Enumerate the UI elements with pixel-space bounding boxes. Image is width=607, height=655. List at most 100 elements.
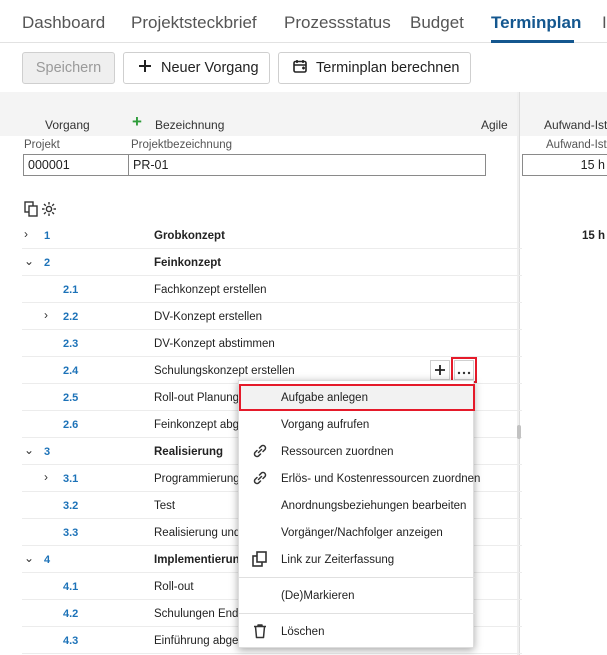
row-number[interactable]: 2 <box>44 257 50 269</box>
menu-item-delete[interactable]: Löschen <box>239 618 475 645</box>
menu-item-show-predecessors[interactable]: Vorgänger/Nachfolger anzeigen <box>239 519 475 546</box>
table-row[interactable]: 2.3 DV-Konzept abstimmen <box>22 330 522 357</box>
tab-dashboard[interactable]: Dashboard <box>22 13 105 33</box>
row-number[interactable]: 3.3 <box>63 527 78 539</box>
column-resize-handle[interactable] <box>517 425 521 439</box>
row-number[interactable]: 2.1 <box>63 284 78 296</box>
copy-icon[interactable] <box>24 201 39 219</box>
calculate-schedule-button[interactable]: Terminplan berechnen <box>278 52 471 84</box>
row-name: DV-Konzept erstellen <box>154 311 263 323</box>
grid-tools <box>24 201 57 219</box>
chevron-right-icon[interactable]: › <box>44 470 48 484</box>
calculate-schedule-button-label: Terminplan berechnen <box>316 60 460 76</box>
row-name: Fachkonzept erstellen <box>154 284 267 296</box>
menu-item-label: Aufgabe anlegen <box>281 392 368 404</box>
row-name: Roll-out Planung <box>154 392 240 404</box>
trash-icon <box>251 622 269 640</box>
more-icon[interactable] <box>451 357 477 383</box>
tab-bar: Dashboard Projektsteckbrief Prozessstatu… <box>0 0 607 43</box>
add-column-plus-icon[interactable]: + <box>132 113 142 130</box>
row-number[interactable]: 3 <box>44 446 50 458</box>
row-name: Realisierung <box>154 446 224 458</box>
chevron-right-icon[interactable]: › <box>44 308 48 322</box>
table-row[interactable]: 2.1 Fachkonzept erstellen <box>22 276 522 303</box>
row-effort: 15 h <box>582 230 606 242</box>
table-row[interactable]: › 1 Grobkonzept 15 h <box>22 222 605 249</box>
effort-label: Aufwand-Ist <box>546 139 607 151</box>
row-number[interactable]: 2.6 <box>63 419 78 431</box>
chevron-down-icon[interactable]: ⌄ <box>24 551 34 565</box>
project-name-label: Projektbezeichnung <box>131 139 233 151</box>
menu-item-toggle-mark[interactable]: (De)Markieren <box>239 582 475 609</box>
table-row[interactable]: ⌄ 2 Feinkonzept <box>22 249 522 276</box>
row-number[interactable]: 4.1 <box>63 581 78 593</box>
menu-item-edit-dependencies[interactable]: Anordnungsbeziehungen bearbeiten <box>239 492 475 519</box>
column-header-aufwand-ist[interactable]: Aufwand-Ist <box>544 118 607 132</box>
row-number[interactable]: 4 <box>44 554 50 566</box>
row-name: Roll-out <box>154 581 194 593</box>
row-number[interactable]: 2.3 <box>63 338 78 350</box>
menu-item-label: Link zur Zeiterfassung <box>281 554 395 566</box>
row-name: Schulungskonzept erstellen <box>154 365 295 377</box>
active-tab-indicator <box>491 40 574 43</box>
menu-item-label: Vorgänger/Nachfolger anzeigen <box>281 527 443 539</box>
row-name: Realisierung und <box>154 527 241 539</box>
tab-projektsteckbrief[interactable]: Projektsteckbrief <box>131 13 257 33</box>
tab-terminplan[interactable]: Terminplan <box>491 13 581 33</box>
tab-prozessstatus[interactable]: Prozessstatus <box>284 13 391 33</box>
menu-item-label: Ressourcen zuordnen <box>281 446 394 458</box>
row-name: Einführung abges <box>154 635 245 647</box>
column-header-bezeichnung[interactable]: Bezeichnung <box>155 118 224 132</box>
row-name: Feinkonzept <box>154 257 222 269</box>
row-number[interactable]: 2.2 <box>63 311 78 323</box>
plus-icon <box>138 59 152 77</box>
effort-field[interactable]: 15 h <box>522 154 607 176</box>
row-name: Programmierung <box>154 473 240 485</box>
menu-item-open-task[interactable]: Vorgang aufrufen <box>239 411 475 438</box>
table-row[interactable]: › 2.2 DV-Konzept erstellen <box>22 303 522 330</box>
row-name: DV-Konzept abstimmen <box>154 338 275 350</box>
chevron-down-icon[interactable]: ⌄ <box>24 254 34 268</box>
row-number[interactable]: 2.4 <box>63 365 78 377</box>
menu-item-assign-resources[interactable]: Ressourcen zuordnen <box>239 438 475 465</box>
row-number[interactable]: 3.2 <box>63 500 78 512</box>
copy-icon <box>251 550 269 568</box>
link-icon <box>251 442 269 460</box>
row-number[interactable]: 4.3 <box>63 635 78 647</box>
gear-icon[interactable] <box>41 201 57 219</box>
row-name: Feinkonzept abge <box>154 419 246 431</box>
menu-separator <box>239 577 475 578</box>
row-name: Test <box>154 500 176 512</box>
tab-budget[interactable]: Budget <box>410 13 464 33</box>
column-header-agile[interactable]: Agile <box>481 118 508 132</box>
menu-item-label: Anordnungsbeziehungen bearbeiten <box>281 500 467 512</box>
tab-next[interactable]: I <box>602 13 607 33</box>
save-button[interactable]: Speichern <box>22 52 115 84</box>
chevron-down-icon[interactable]: ⌄ <box>24 443 34 457</box>
new-task-button-label: Neuer Vorgang <box>161 60 259 76</box>
project-label: Projekt <box>24 139 60 151</box>
chevron-right-icon[interactable]: › <box>24 227 28 241</box>
row-actions <box>430 357 477 383</box>
menu-separator <box>239 613 475 614</box>
project-name-field[interactable]: PR-01 <box>128 154 486 176</box>
new-task-button[interactable]: Neuer Vorgang <box>123 52 270 84</box>
menu-item-label: Vorgang aufrufen <box>281 419 370 431</box>
grid-header-band <box>0 92 607 136</box>
menu-item-label: (De)Markieren <box>281 590 355 602</box>
row-name: Implementierung <box>154 554 247 566</box>
save-button-label: Speichern <box>35 60 102 76</box>
menu-item-time-tracking-link[interactable]: Link zur Zeiterfassung <box>239 546 475 573</box>
row-number[interactable]: 1 <box>44 230 50 242</box>
menu-item-create-task[interactable]: Aufgabe anlegen <box>239 384 475 411</box>
row-number[interactable]: 2.5 <box>63 392 78 404</box>
row-number[interactable]: 3.1 <box>63 473 78 485</box>
row-number[interactable]: 4.2 <box>63 608 78 620</box>
calendar-icon <box>293 59 307 77</box>
project-id-field[interactable]: 000001 <box>23 154 129 176</box>
row-context-menu: Aufgabe anlegen Vorgang aufrufen Ressour… <box>238 380 480 648</box>
row-add-button[interactable] <box>430 360 450 380</box>
menu-item-assign-cost-resources[interactable]: Erlös- und Kostenressourcen zuordnen <box>239 465 480 492</box>
menu-item-label: Erlös- und Kostenressourcen zuordnen <box>281 473 481 485</box>
column-header-vorgang[interactable]: Vorgang <box>45 118 90 132</box>
